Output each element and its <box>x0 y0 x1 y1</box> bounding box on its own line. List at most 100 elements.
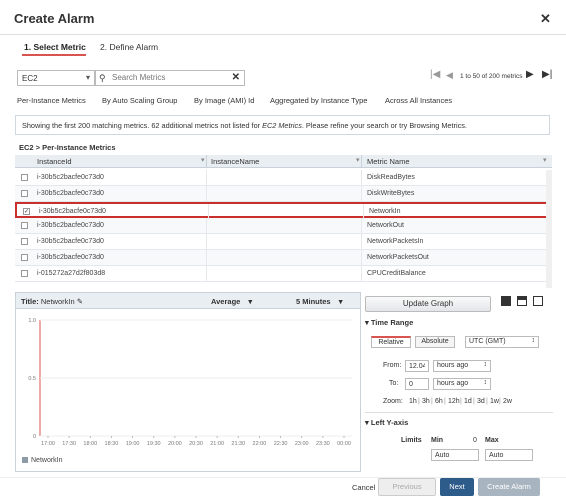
to-label: To: <box>389 380 399 387</box>
graph-options-panel: Update Graph ▾ Time Range Relative Absol… <box>365 292 553 472</box>
x-tick-label: 19:30 <box>147 441 161 447</box>
x-tick-label: 18:00 <box>83 441 97 447</box>
statistic-select[interactable]: Average ▾ <box>211 297 252 306</box>
table-row[interactable]: i-015272a27d2f803d8 CPUCreditBalance <box>15 266 552 282</box>
header-divider <box>0 34 566 35</box>
x-tick-label: 20:30 <box>189 441 203 447</box>
timezone-select[interactable]: UTC (GMT) ↕ <box>465 336 539 348</box>
cell-instance-id: i-30b5c2bacfe0c73d0 <box>37 254 104 261</box>
col-divider <box>206 170 207 186</box>
table-scrollbar[interactable] <box>546 170 552 288</box>
legend-swatch <box>22 457 28 464</box>
row-checkbox[interactable] <box>21 270 28 277</box>
step-define-alarm[interactable]: 2. Define Alarm <box>100 42 158 52</box>
col-divider <box>361 218 362 234</box>
zoom-option[interactable]: 1w <box>490 398 499 405</box>
timezone-value: UTC (GMT) <box>469 338 506 345</box>
to-unit-select[interactable]: hours ago ↕ <box>433 378 491 390</box>
left-y-axis-heading[interactable]: ▾ Left Y-axis <box>365 418 408 427</box>
time-range-heading[interactable]: ▾ Time Range <box>365 318 413 327</box>
step-select-metric[interactable]: 1. Select Metric <box>24 42 86 52</box>
from-input[interactable] <box>405 360 429 372</box>
cancel-button[interactable]: Cancel <box>352 483 375 492</box>
table-row[interactable]: ✓ i-30b5c2bacfe0c73d0 NetworkIn <box>15 202 552 220</box>
col-divider <box>206 218 207 234</box>
tab-instance-type[interactable]: Aggregated by Instance Type <box>270 96 367 105</box>
min-value: 0 <box>473 437 477 444</box>
next-button[interactable]: Next <box>440 478 474 496</box>
table-row[interactable]: i-30b5c2bacfe0c73d0 NetworkPacketsOut <box>15 250 552 266</box>
pager-text: 1 to 50 of 200 metrics <box>460 73 523 80</box>
first-page-icon[interactable]: |◀ <box>430 69 440 80</box>
pencil-icon[interactable]: ✎ <box>77 297 83 306</box>
legend-label: NetworkIn <box>31 457 63 464</box>
search-input[interactable] <box>112 73 222 82</box>
sort-icon[interactable]: ▾ <box>356 156 360 164</box>
namespace-value: EC2 <box>22 74 38 83</box>
create-alarm-button[interactable]: Create Alarm <box>478 478 540 496</box>
prev-page-icon[interactable]: ◀ <box>446 70 453 81</box>
sort-icon[interactable]: ▾ <box>543 156 547 164</box>
tab-auto-scaling[interactable]: By Auto Scaling Group <box>102 96 177 105</box>
info-text-before: Showing the first 200 matching metrics. … <box>22 121 263 130</box>
tab-image-id[interactable]: By Image (AMI) Id <box>194 96 254 105</box>
table-row[interactable]: i-30b5c2bacfe0c73d0 NetworkPacketsIn <box>15 234 552 250</box>
to-input[interactable] <box>405 378 429 390</box>
caret-down-icon: ▾ <box>365 418 369 427</box>
col-divider <box>361 155 362 168</box>
update-graph-button[interactable]: Update Graph <box>365 296 491 312</box>
to-unit-value: hours ago <box>437 380 469 387</box>
row-checkbox[interactable]: ✓ <box>23 208 30 215</box>
table-row[interactable]: i-30b5c2bacfe0c73d0 DiskReadBytes <box>15 170 552 186</box>
last-page-icon[interactable]: ▶| <box>542 69 552 80</box>
close-icon[interactable]: ✕ <box>540 11 551 27</box>
row-checkbox[interactable] <box>21 254 28 261</box>
view-medium-icon[interactable] <box>517 296 527 306</box>
col-instance-name[interactable]: InstanceName <box>211 157 259 166</box>
table-row[interactable]: i-30b5c2bacfe0c73d0 NetworkOut <box>15 218 552 234</box>
graph-legend[interactable]: NetworkIn <box>22 457 63 464</box>
row-checkbox[interactable] <box>21 174 28 181</box>
zoom-option[interactable]: 12h <box>448 398 460 405</box>
zoom-option[interactable]: 6h <box>435 398 443 405</box>
graph-title-value: NetworkIn <box>40 297 75 306</box>
namespace-select[interactable]: EC2 ▾ <box>17 70 95 86</box>
row-checkbox[interactable] <box>21 238 28 245</box>
max-input[interactable] <box>485 449 533 461</box>
zoom-option[interactable]: 1h <box>409 398 417 405</box>
next-page-icon[interactable]: ▶ <box>526 69 534 80</box>
section-divider <box>365 412 553 413</box>
table-row[interactable]: i-30b5c2bacfe0c73d0 DiskWriteBytes <box>15 186 552 202</box>
row-checkbox[interactable] <box>21 222 28 229</box>
y-tick-label: 0 <box>33 434 36 440</box>
cell-metric-name: NetworkIn <box>369 208 401 215</box>
zoom-option[interactable]: 2w <box>503 398 512 405</box>
graph-chart: 1.0 0.5 0 17:00 17:30 18:00 18:30 19:00 19:30 20:… <box>28 318 352 447</box>
statistic-value: Average <box>211 297 241 306</box>
graph-title[interactable]: Title: NetworkIn ✎ <box>21 297 83 306</box>
clear-search-icon[interactable]: ✕ <box>232 72 240 83</box>
tab-all-instances[interactable]: Across All Instances <box>385 96 452 105</box>
zoom-option[interactable]: 3h <box>422 398 430 405</box>
col-metric-name[interactable]: Metric Name <box>367 157 410 166</box>
absolute-tab[interactable]: Absolute <box>415 336 455 348</box>
dialog-title: Create Alarm <box>14 11 95 26</box>
zoom-separator: | <box>499 398 501 405</box>
view-small-icon[interactable] <box>501 296 511 306</box>
row-checkbox[interactable] <box>21 190 28 197</box>
search-box[interactable]: ⚲ ✕ <box>95 70 245 86</box>
col-instance-id[interactable]: InstanceId <box>37 157 72 166</box>
col-divider <box>206 266 207 282</box>
tab-per-instance[interactable]: Per-Instance Metrics <box>17 96 86 105</box>
step-active-indicator <box>22 54 86 56</box>
view-large-icon[interactable] <box>533 296 543 306</box>
zoom-option[interactable]: 3d <box>477 398 485 405</box>
period-select[interactable]: 5 Minutes ▾ <box>296 297 342 306</box>
previous-button[interactable]: Previous <box>378 478 436 496</box>
from-unit-select[interactable]: hours ago ↕ <box>433 360 491 372</box>
min-input[interactable] <box>431 449 479 461</box>
zoom-option[interactable]: 1d <box>464 398 472 405</box>
caret-down-icon: ▾ <box>365 318 369 327</box>
relative-tab[interactable]: Relative <box>371 336 411 348</box>
sort-icon[interactable]: ▾ <box>201 156 205 164</box>
